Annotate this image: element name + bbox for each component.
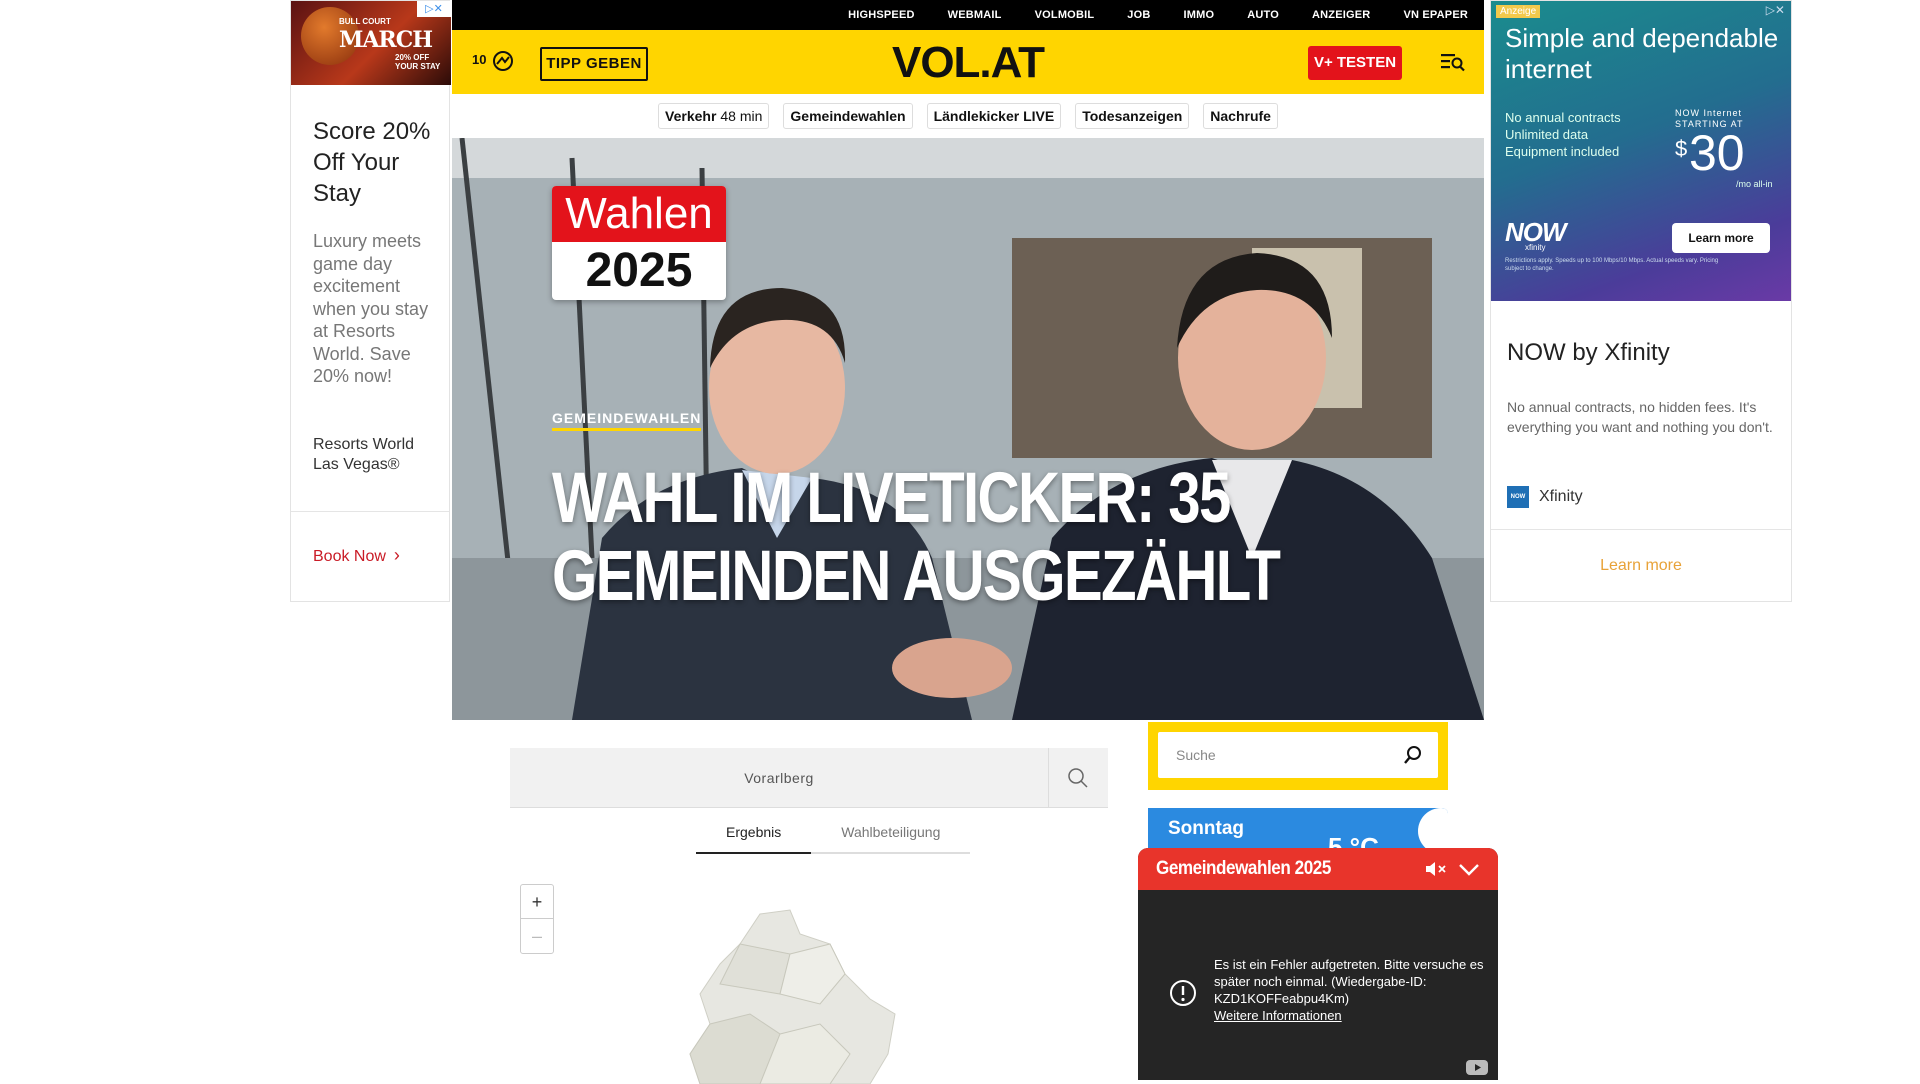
banner-learn-more-button[interactable]: Learn more (1672, 223, 1770, 253)
right-ad-title[interactable]: NOW by Xfinity (1507, 339, 1670, 367)
left-banner-line2: MARCH (339, 27, 433, 53)
badge-bottom: 2025 (585, 244, 693, 297)
divider (1491, 529, 1791, 530)
vorarlberg-map[interactable] (680, 904, 940, 1084)
nav-highspeed[interactable]: HIGHSPEED (848, 9, 915, 21)
top-nav: HIGHSPEED WEBMAIL VOLMOBIL JOB IMMO AUTO… (452, 0, 1484, 30)
ad-choices-icon[interactable]: ▷✕ (417, 1, 451, 17)
hero-kicker[interactable]: GEMEINDEWAHLEN (552, 410, 702, 431)
ad-choices-icon[interactable]: ▷✕ (1766, 3, 1785, 17)
right-banner-headline: Simple and dependable internet (1505, 23, 1779, 84)
weather-icon[interactable] (492, 50, 514, 72)
chip-nachrufe[interactable]: Nachrufe (1203, 103, 1278, 129)
learn-more-link[interactable]: Learn more (1491, 557, 1791, 575)
nav-auto[interactable]: AUTO (1247, 9, 1279, 21)
right-ad-brand-label: Xfinity (1539, 488, 1583, 505)
video-error-message: Es ist ein Fehler aufgetreten. Bitte ver… (1214, 957, 1484, 1006)
search-icon[interactable] (1066, 766, 1090, 790)
video-popup[interactable]: Gemeindewahlen 2025 Es ist ein Fehler au… (1138, 848, 1498, 1080)
weather-day: Sonntag (1168, 818, 1244, 839)
sidebar-search-input[interactable]: Suche (1158, 732, 1438, 778)
sidebar-search: Suche (1148, 722, 1448, 790)
chevron-right-icon: › (393, 545, 400, 565)
xfinity-logo-text: xfinity (1525, 243, 1546, 252)
right-ad-brand: NOW Xfinity (1507, 486, 1583, 508)
more-info-link[interactable]: Weitere Informationen (1214, 1008, 1342, 1023)
right-ad-body: No annual contracts, no hidden fees. It'… (1507, 399, 1773, 435)
left-ad[interactable]: BULL COURT MARCH 20% OFF YOUR STAY ▷✕ Sc… (290, 0, 451, 602)
wahlen-2025-badge: Wahlen 2025 (552, 186, 726, 300)
feature-item: Unlimited data (1505, 127, 1589, 142)
search-icon[interactable] (1402, 744, 1424, 766)
ad-label: Anzeige (1496, 5, 1541, 18)
nav-immo[interactable]: IMMO (1183, 9, 1214, 21)
quick-links: Verkehr 48 min Gemeindewahlen Ländlekicke… (452, 94, 1484, 138)
divider (1048, 748, 1049, 808)
nav-job[interactable]: JOB (1127, 9, 1150, 21)
mute-icon[interactable] (1424, 860, 1448, 878)
price-suffix: /mo all-in (1736, 179, 1773, 189)
chip-gemeindewahlen[interactable]: Gemeindewahlen (783, 103, 913, 129)
left-ad-banner[interactable]: BULL COURT MARCH 20% OFF YOUR STAY ▷✕ (291, 1, 451, 85)
hero-article[interactable]: Wahlen 2025 GEMEINDEWAHLEN WAHL IM LIVET… (452, 138, 1484, 720)
map-zoom-control: + – (520, 884, 554, 954)
chip-verkehr[interactable]: Verkehr 48 min (658, 103, 770, 129)
right-ad-banner[interactable]: Anzeige ▷✕ Simple and dependable interne… (1491, 1, 1791, 301)
region-search: Vorarlberg (510, 748, 1108, 808)
chip-laendlekicker-live[interactable]: Ländlekicker LIVE (926, 103, 1062, 129)
zoom-in-button[interactable]: + (521, 885, 553, 919)
tab-ergebnis[interactable]: Ergebnis (696, 814, 812, 854)
chip-verkehr-value: 48 min (720, 108, 763, 124)
divider (291, 511, 449, 512)
error-icon (1170, 980, 1196, 1006)
election-widget: Vorarlberg Ergebnis Wahlbeteiligung + – (510, 748, 1108, 1084)
hero-headline[interactable]: WAHL IM LIVETICKER: 35 GEMEINDEN AUSGEZÄ… (552, 460, 1290, 616)
price-value: 30 (1689, 125, 1745, 181)
tipp-geben-button[interactable]: TIPP GEBEN (540, 47, 648, 81)
region-search-input[interactable]: Vorarlberg (510, 748, 1048, 808)
tab-wahlbeteiligung[interactable]: Wahlbeteiligung (811, 814, 971, 854)
v-plus-testen-button[interactable]: V+ TESTEN (1308, 46, 1402, 80)
weather-widget[interactable]: Sonntag 5 °C (1148, 808, 1448, 848)
header-temperature[interactable]: 10 (472, 52, 486, 67)
chip-todesanzeigen[interactable]: Todesanzeigen (1075, 103, 1190, 129)
result-tabs: Ergebnis Wahlbeteiligung (696, 814, 971, 854)
left-ad-brand: Resorts World Las Vegas® (313, 436, 415, 473)
feature-item: Equipment included (1505, 144, 1620, 159)
nav-vn-epaper[interactable]: VN EPAPER (1403, 9, 1468, 21)
cloud-icon (1418, 808, 1448, 848)
right-ad[interactable]: Anzeige ▷✕ Simple and dependable interne… (1490, 0, 1792, 602)
fine-print: Restrictions apply. Speeds up to 100 Mbp… (1505, 258, 1719, 272)
video-title: Gemeindewahlen 2025 (1156, 858, 1331, 879)
book-now-label: Book Now (313, 548, 386, 565)
badge-top: Wahlen (552, 186, 726, 242)
xfinity-logo-icon: NOW (1507, 486, 1529, 508)
left-ad-body: Luxury meets game day excitement when yo… (313, 231, 429, 386)
menu-search-icon[interactable] (1440, 50, 1466, 74)
sidebar-search-placeholder: Suche (1176, 747, 1216, 763)
left-banner-line1: BULL COURT (339, 17, 391, 26)
nav-webmail[interactable]: WEBMAIL (948, 9, 1002, 21)
weather-temp: 5 °C (1328, 832, 1379, 848)
left-ad-title[interactable]: Score 20% Off Your Stay (313, 116, 443, 209)
nav-volmobil[interactable]: VOLMOBIL (1035, 9, 1095, 21)
site-header: 10 TIPP GEBEN VOL.AT V+ TESTEN (452, 30, 1484, 94)
price-currency: $ (1675, 136, 1688, 161)
chip-verkehr-label: Verkehr (665, 108, 717, 124)
book-now-link[interactable]: Book Now › (313, 545, 400, 566)
nav-anzeiger[interactable]: ANZEIGER (1312, 9, 1370, 21)
zoom-out-button[interactable]: – (521, 919, 553, 953)
chevron-down-icon[interactable] (1458, 860, 1480, 878)
youtube-icon[interactable] (1466, 1060, 1488, 1075)
feature-item: No annual contracts (1505, 110, 1621, 125)
right-banner-features: No annual contracts Unlimited data Equip… (1505, 109, 1655, 160)
left-banner-discount: 20% OFF YOUR STAY (395, 53, 441, 71)
